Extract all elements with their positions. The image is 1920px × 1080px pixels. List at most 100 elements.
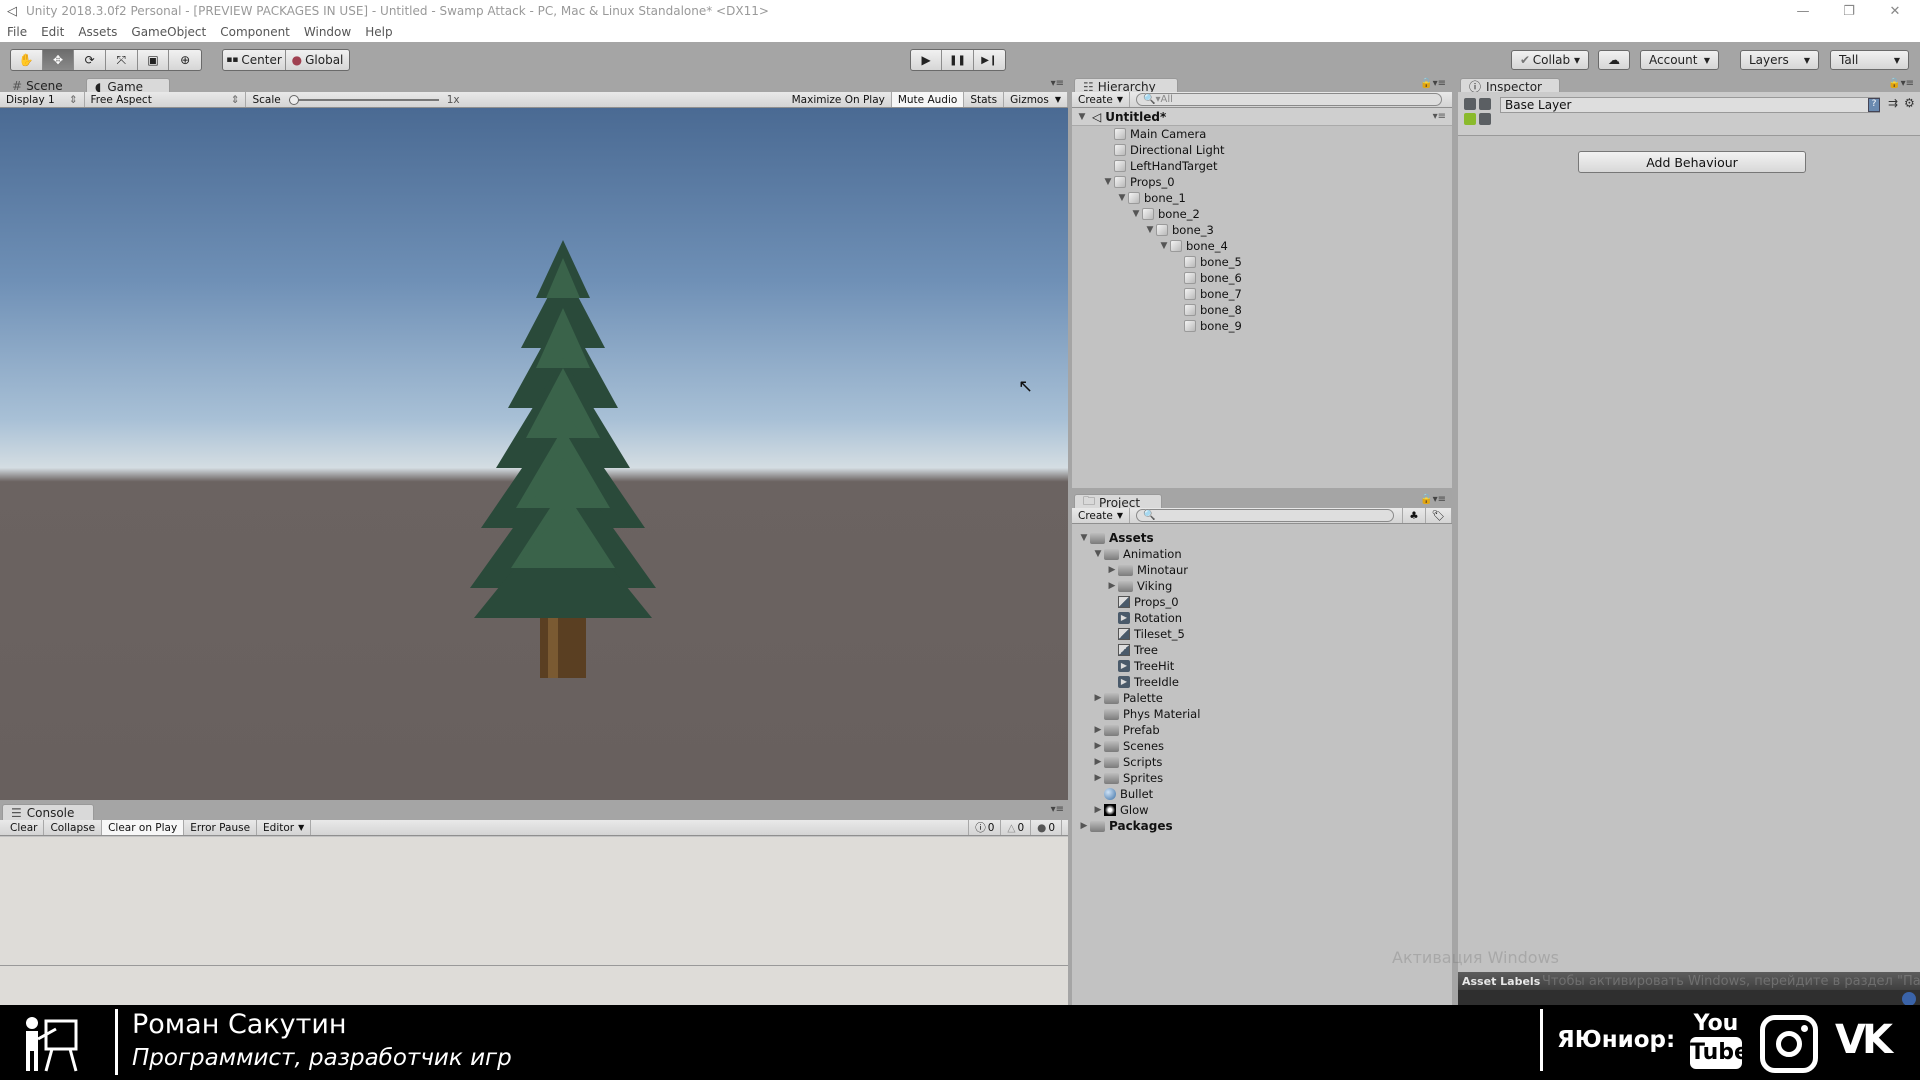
hand-tool-icon[interactable]: ✋ (11, 50, 43, 70)
expand-arrow-icon[interactable]: ▶ (1092, 805, 1104, 815)
vk-icon[interactable]: VK (1835, 1017, 1893, 1063)
hierarchy-search-input[interactable]: 🔍▾ All (1136, 93, 1443, 106)
project-item[interactable]: Tree (1072, 642, 1452, 658)
cloud-button[interactable]: ☁ (1598, 50, 1630, 70)
scene-row[interactable]: ▼ ◁ Untitled* ▾≡ (1072, 108, 1452, 126)
lock-menu-icon[interactable]: 🔒▾≡ (1420, 494, 1446, 505)
aspect-select[interactable]: Free Aspect ⇕ (85, 92, 247, 107)
hierarchy-create-dropdown[interactable]: Create ▼ (1072, 92, 1131, 107)
expand-arrow-icon[interactable]: ▼ (1144, 225, 1156, 235)
menu-component[interactable]: Component (213, 25, 297, 39)
filter-by-type-button[interactable]: ♣ (1402, 508, 1426, 523)
console-error-pause-toggle[interactable]: Error Pause (184, 820, 258, 835)
close-button[interactable]: ✕ (1872, 0, 1918, 22)
expand-arrow-icon[interactable]: ▶ (1078, 821, 1090, 831)
pivot-center-button[interactable]: ▪▪ Center (223, 50, 287, 70)
filter-by-label-button[interactable]: 🏷 (1426, 508, 1452, 523)
project-item[interactable]: ▼ Animation (1072, 546, 1452, 562)
rect-tool-icon[interactable]: ▣ (138, 50, 170, 70)
scale-slider[interactable] (288, 94, 439, 105)
scale-tool-icon[interactable]: ⤧ (106, 50, 138, 70)
expand-arrow-icon[interactable]: ▶ (1092, 693, 1104, 703)
project-search-input[interactable]: 🔍 (1136, 509, 1395, 522)
gear-icon[interactable]: ⚙ (1904, 96, 1915, 110)
youtube-icon[interactable]: You Tube (1690, 1011, 1749, 1075)
layers-dropdown[interactable]: Layers ▼ (1740, 50, 1819, 70)
project-item[interactable]: Phys Material (1072, 706, 1452, 722)
expand-arrow-icon[interactable]: ▼ (1076, 112, 1088, 122)
expand-arrow-icon[interactable]: ▶ (1092, 773, 1104, 783)
error-filter-toggle[interactable]: ● 0 (1031, 820, 1062, 835)
rotate-tool-icon[interactable]: ⟳ (74, 50, 107, 70)
menu-gameobject[interactable]: GameObject (124, 25, 213, 39)
hierarchy-item[interactable]: bone_6 (1072, 270, 1452, 286)
expand-arrow-icon[interactable]: ▼ (1130, 209, 1142, 219)
layout-dropdown[interactable]: Tall ▼ (1830, 50, 1909, 70)
info-filter-toggle[interactable]: ⓘ 0 (968, 820, 1002, 835)
lock-menu-icon[interactable]: 🔒▾≡ (1888, 78, 1914, 89)
menu-file[interactable]: File (0, 25, 34, 39)
project-item[interactable]: ▶ Palette (1072, 690, 1452, 706)
hierarchy-item[interactable]: ▼ bone_2 (1072, 206, 1452, 222)
slider-thumb[interactable] (288, 94, 299, 105)
hierarchy-item[interactable]: Main Camera (1072, 126, 1452, 142)
pause-button[interactable]: ❚❚ (942, 50, 974, 70)
hierarchy-item[interactable]: ▼ bone_1 (1072, 190, 1452, 206)
console-collapse-toggle[interactable]: Collapse (44, 820, 103, 835)
minimize-button[interactable]: — (1780, 0, 1826, 22)
console-detail-area[interactable] (0, 965, 1068, 1005)
project-create-dropdown[interactable]: Create ▼ (1072, 508, 1131, 523)
hierarchy-item[interactable]: bone_9 (1072, 318, 1452, 334)
add-behaviour-button[interactable]: Add Behaviour (1578, 151, 1806, 173)
lock-menu-icon[interactable]: 🔒▾≡ (1420, 78, 1446, 89)
collab-button[interactable]: ✔ Collab ▾ (1511, 50, 1589, 70)
expand-arrow-icon[interactable]: ▶ (1106, 581, 1118, 591)
mute-audio-toggle[interactable]: Mute Audio (891, 92, 965, 107)
menu-window[interactable]: Window (297, 25, 358, 39)
project-item[interactable]: ▶ Viking (1072, 578, 1452, 594)
project-item[interactable]: ▶ TreeHit (1072, 658, 1452, 674)
hierarchy-item[interactable]: ▼ bone_4 (1072, 238, 1452, 254)
transform-tool-icon[interactable]: ⊕ (169, 50, 201, 70)
project-item[interactable]: ▶ Prefab (1072, 722, 1452, 738)
expand-arrow-icon[interactable]: ▼ (1158, 241, 1170, 251)
project-item[interactable]: ▶ Glow (1072, 802, 1452, 818)
menu-edit[interactable]: Edit (34, 25, 71, 39)
project-item[interactable]: ▶ Packages (1072, 818, 1452, 834)
expand-arrow-icon[interactable]: ▶ (1092, 741, 1104, 751)
menu-help[interactable]: Help (358, 25, 399, 39)
game-viewport[interactable]: ↖ (0, 108, 1068, 800)
project-item[interactable]: ▶ Rotation (1072, 610, 1452, 626)
expand-arrow-icon[interactable]: ▼ (1102, 177, 1114, 187)
console-log-area[interactable] (0, 837, 1068, 965)
display-select[interactable]: Display 1 ⇕ (0, 92, 85, 107)
console-clear-button[interactable]: Clear (4, 820, 45, 835)
expand-arrow-icon[interactable]: ▶ (1106, 565, 1118, 575)
play-button[interactable]: ▶ (911, 50, 943, 70)
expand-arrow-icon[interactable]: ▼ (1078, 533, 1090, 543)
project-item[interactable]: Bullet (1072, 786, 1452, 802)
project-item[interactable]: ▶ TreeIdle (1072, 674, 1452, 690)
expand-arrow-icon[interactable]: ▼ (1092, 549, 1104, 559)
project-item[interactable]: ▶ Scripts (1072, 754, 1452, 770)
expand-arrow-icon[interactable]: ▶ (1092, 757, 1104, 767)
panel-menu-icon[interactable]: ▾≡ (1051, 804, 1064, 815)
restore-button[interactable]: ❐ (1826, 0, 1872, 22)
step-button[interactable]: ▶❙ (974, 50, 1005, 70)
hierarchy-item[interactable]: Directional Light (1072, 142, 1452, 158)
project-item[interactable]: Tileset_5 (1072, 626, 1452, 642)
console-clear-on-play-toggle[interactable]: Clear on Play (102, 820, 185, 835)
scene-menu-icon[interactable]: ▾≡ (1433, 111, 1446, 122)
hierarchy-item[interactable]: ▼ bone_3 (1072, 222, 1452, 238)
project-item[interactable]: Props_0 (1072, 594, 1452, 610)
maximize-on-play-toggle[interactable]: Maximize On Play (786, 92, 892, 107)
tab-console[interactable]: ☰ Console (2, 804, 94, 820)
account-dropdown[interactable]: Account ▼ (1640, 50, 1719, 70)
asset-labels-bar[interactable]: Asset Labels (1458, 972, 1920, 990)
hierarchy-item[interactable]: bone_8 (1072, 302, 1452, 318)
expand-arrow-icon[interactable]: ▼ (1116, 193, 1128, 203)
help-icon[interactable]: ? (1868, 98, 1880, 112)
project-item[interactable]: ▼ Assets (1072, 530, 1452, 546)
menu-assets[interactable]: Assets (71, 25, 124, 39)
project-item[interactable]: ▶ Scenes (1072, 738, 1452, 754)
